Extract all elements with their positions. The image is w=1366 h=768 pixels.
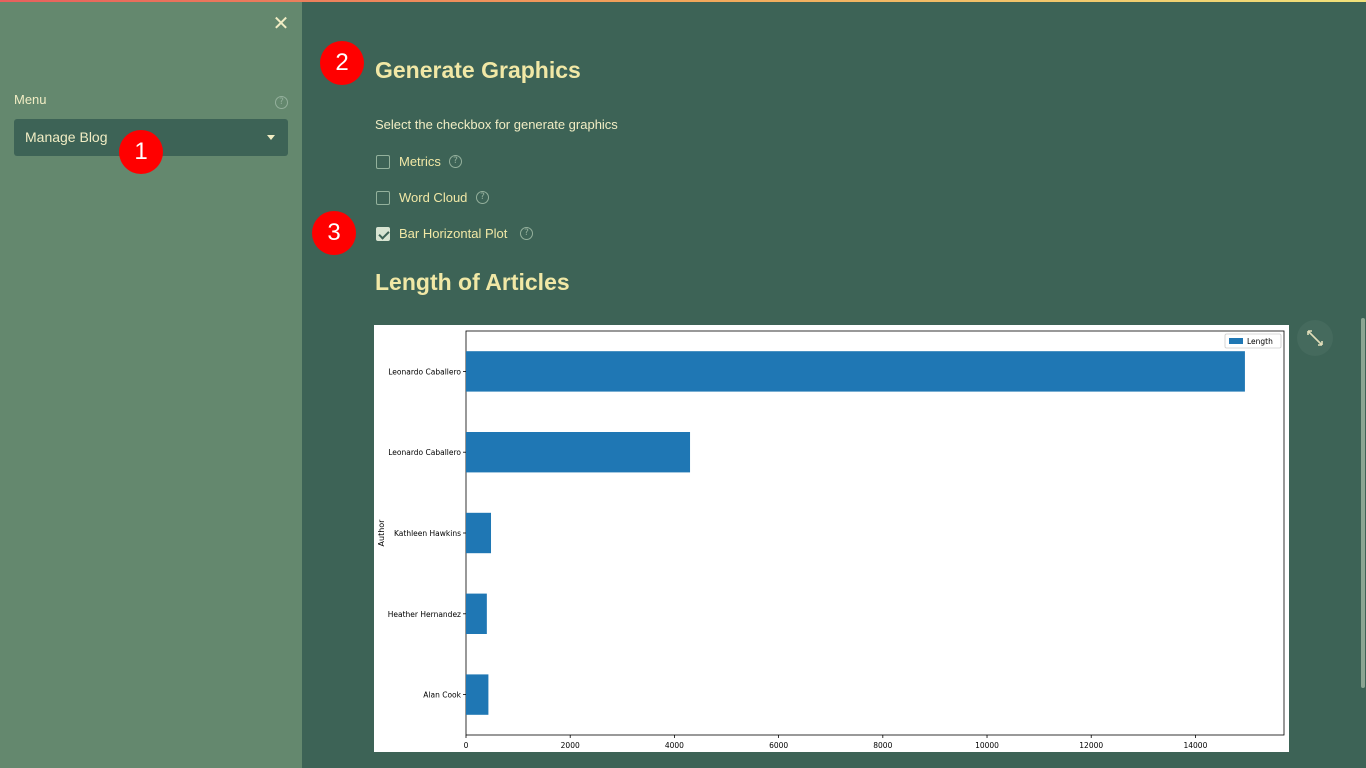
expand-icon[interactable] [1297,320,1333,356]
checkbox-label: Metrics [399,154,441,169]
x-tick-label: 8000 [873,741,892,750]
annotation-marker-2: 2 [320,41,364,85]
help-icon[interactable]: ? [520,227,533,240]
x-tick-label: 2000 [561,741,580,750]
y-tick-label: Leonardo Caballero [388,367,461,376]
bar [466,351,1245,392]
checkbox-box[interactable] [376,191,390,205]
chart-panel: Leonardo Caballero Leonardo Caballero Kath… [374,325,1289,752]
sidebar: ✕ Menu ? Manage Blog [0,2,302,768]
checkbox-box-checked[interactable] [376,227,390,241]
x-tick-label: 10000 [975,741,999,750]
checkbox-box[interactable] [376,155,390,169]
y-tick-label: Heather Hernandez [388,610,461,619]
y-tick-label: Leonardo Caballero [388,448,461,457]
bar [466,512,492,554]
x-tick-label: 0 [464,741,469,750]
close-sidebar-button[interactable]: ✕ [271,14,291,34]
chevron-down-icon [267,135,275,140]
bar [466,593,487,634]
help-icon[interactable]: ? [449,155,462,168]
x-tick-label: 4000 [665,741,684,750]
expand-arrows-icon [1307,330,1323,346]
help-icon[interactable]: ? [476,191,489,204]
scrollbar[interactable] [1361,318,1365,688]
bar [466,432,691,473]
annotation-marker-3: 3 [312,211,356,255]
checkbox-label: Word Cloud [399,190,468,205]
y-tick-label: Kathleen Hawkins [394,529,461,538]
checkbox-label: Bar Horizontal Plot [399,226,508,241]
legend-swatch [1229,338,1243,344]
page-title: Generate Graphics [375,57,581,83]
x-tick-label: 6000 [769,741,788,750]
x-tick-label: 12000 [1079,741,1103,750]
menu-select-value: Manage Blog [25,129,108,145]
menu-label: Menu [14,92,47,107]
instruction-text: Select the checkbox for generate graphic… [375,117,618,132]
checkmark-icon [378,228,390,240]
bar-chart: Leonardo Caballero Leonardo Caballero Kath… [377,330,1285,750]
help-icon[interactable]: ? [275,96,288,109]
chart-heading: Length of Articles [375,269,570,295]
y-tick-label: Alan Cook [423,691,461,700]
legend-label: Length [1247,337,1273,346]
x-tick-label: 14000 [1183,741,1207,750]
annotation-marker-1: 1 [119,130,163,174]
y-axis-label: Author [377,519,386,547]
bar [466,674,489,715]
